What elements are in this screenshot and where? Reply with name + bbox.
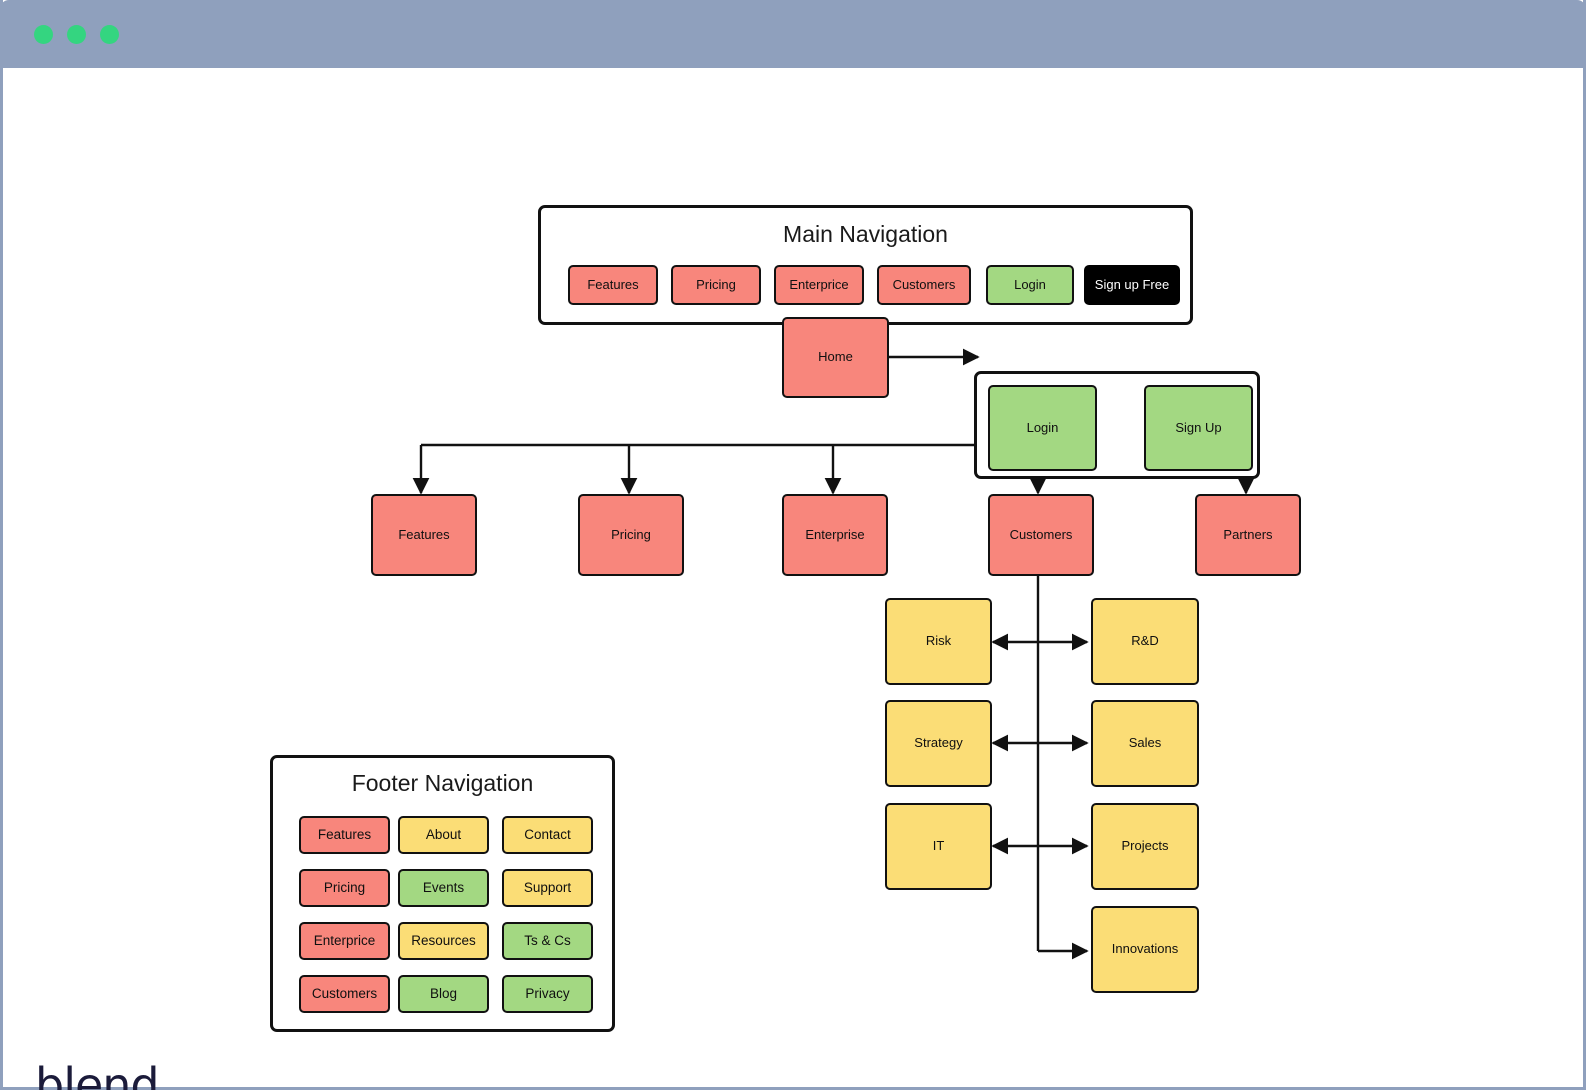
window-dot-minimize-icon[interactable]	[67, 25, 86, 44]
main-nav-button-customers[interactable]: Customers	[877, 265, 971, 305]
footer-navigation-group: Footer Navigation Features About Contact Pr…	[270, 755, 615, 1032]
category-node-customers[interactable]: Customers	[988, 494, 1094, 576]
blend-logo: blend	[35, 1058, 161, 1090]
dept-node-innovations[interactable]: Innovations	[1091, 906, 1199, 993]
category-node-enterprise[interactable]: Enterprise	[782, 494, 888, 576]
footer-nav-button-privacy[interactable]: Privacy	[502, 975, 593, 1013]
window-dot-close-icon[interactable]	[34, 25, 53, 44]
footer-nav-button-features[interactable]: Features	[299, 816, 390, 854]
dept-node-it[interactable]: IT	[885, 803, 992, 890]
footer-nav-button-resources[interactable]: Resources	[398, 922, 489, 960]
main-navigation-group: Main Navigation Features Pricing Enterpric…	[538, 205, 1193, 325]
category-node-partners[interactable]: Partners	[1195, 494, 1301, 576]
footer-nav-button-blog[interactable]: Blog	[398, 975, 489, 1013]
logo-wordmark: blend	[35, 1058, 160, 1090]
main-nav-button-features[interactable]: Features	[568, 265, 658, 305]
footer-nav-button-customers[interactable]: Customers	[299, 975, 390, 1013]
footer-nav-button-events[interactable]: Events	[398, 869, 489, 907]
main-navigation-title: Main Navigation	[783, 221, 948, 247]
window-controls	[34, 25, 119, 44]
category-node-features[interactable]: Features	[371, 494, 477, 576]
footer-nav-button-ts-cs[interactable]: Ts & Cs	[502, 922, 593, 960]
app-root: Main Navigation Features Pricing Enterpric…	[0, 0, 1586, 1090]
dept-node-projects[interactable]: Projects	[1091, 803, 1199, 890]
footer-nav-button-pricing[interactable]: Pricing	[299, 869, 390, 907]
window-titlebar	[0, 0, 1586, 68]
auth-group: Login Sign Up	[974, 371, 1260, 479]
footer-nav-button-support[interactable]: Support	[502, 869, 593, 907]
dept-node-strategy[interactable]: Strategy	[885, 700, 992, 787]
auth-node-login[interactable]: Login	[988, 385, 1097, 471]
main-nav-button-enterprice[interactable]: Enterprice	[774, 265, 864, 305]
main-nav-button-login[interactable]: Login	[986, 265, 1074, 305]
diagram-canvas: Main Navigation Features Pricing Enterpric…	[3, 68, 1583, 1090]
window-dot-maximize-icon[interactable]	[100, 25, 119, 44]
dept-node-sales[interactable]: Sales	[1091, 700, 1199, 787]
main-nav-button-pricing[interactable]: Pricing	[671, 265, 761, 305]
dept-node-risk[interactable]: Risk	[885, 598, 992, 685]
footer-navigation-title: Footer Navigation	[351, 770, 534, 796]
dept-node-r-d[interactable]: R&D	[1091, 598, 1199, 685]
footer-nav-button-contact[interactable]: Contact	[502, 816, 593, 854]
footer-nav-button-enterprice[interactable]: Enterprice	[299, 922, 390, 960]
footer-nav-button-about[interactable]: About	[398, 816, 489, 854]
node-home[interactable]: Home	[782, 317, 889, 398]
category-node-pricing[interactable]: Pricing	[578, 494, 684, 576]
main-nav-button-sign-up-free[interactable]: Sign up Free	[1084, 265, 1180, 305]
auth-node-sign-up[interactable]: Sign Up	[1144, 385, 1253, 471]
